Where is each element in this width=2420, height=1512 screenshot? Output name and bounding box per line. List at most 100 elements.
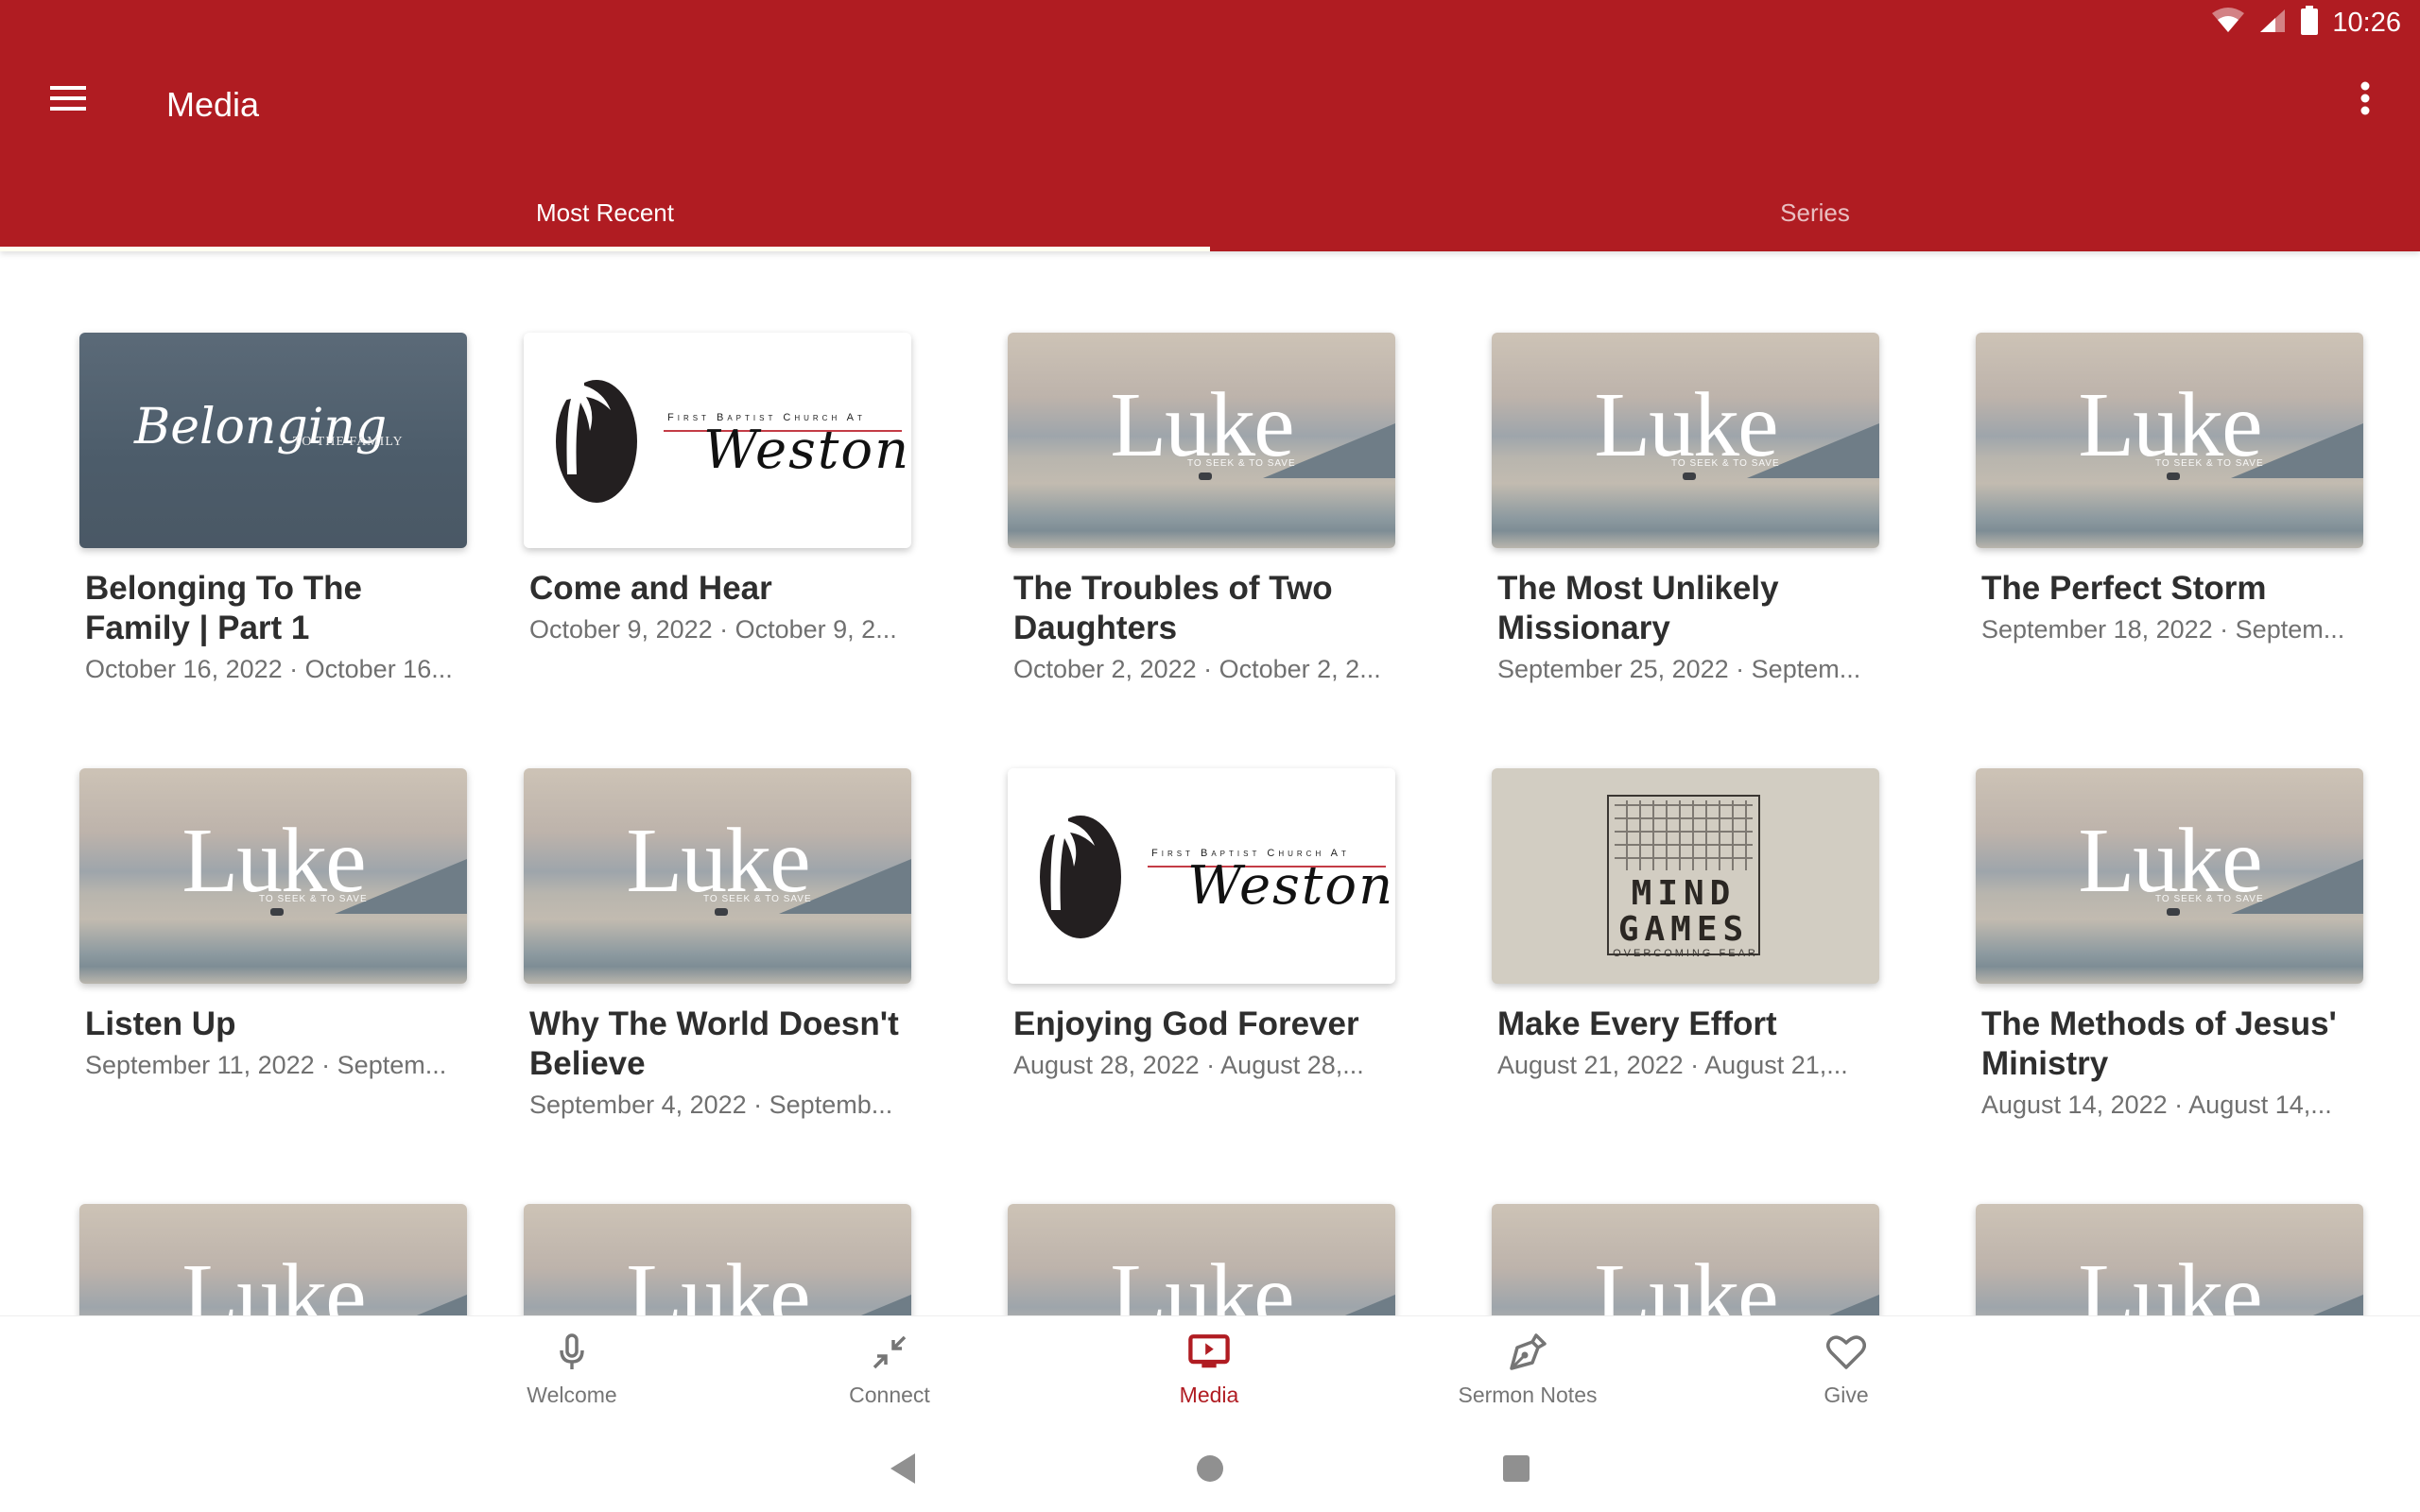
nav-media-label: Media [1179,1383,1239,1407]
media-date: August 14, 2022 · August 14,... [1981,1091,2332,1119]
status-time: 10:26 [2332,8,2401,38]
thumb-tagline-text: OVERCOMING FEAR [1613,948,1758,959]
media-card[interactable]: Luke [1492,1204,1879,1315]
media-title: Belonging To The Family | Part 1 [85,570,362,646]
tab-series[interactable]: Series [1210,180,2420,251]
nav-media[interactable]: Media [1096,1332,1322,1426]
thumb-tagline-text: TO SEEK & TO SAVE [2155,894,2264,904]
boat-graphic [715,908,728,916]
media-title: Enjoying God Forever [1013,1005,1359,1042]
media-screen: 10:26 Media Most Recent Series Belonging… [0,0,2420,1512]
media-title: The Perfect Storm [1981,570,2267,607]
connect-arrows-icon [869,1332,910,1373]
media-title: Listen Up [85,1005,236,1042]
media-title: The Troubles of Two Daughters [1013,570,1333,646]
media-thumbnail: Luke TO SEEK & TO SAVE [1976,768,2363,984]
tab-bar: Most Recent Series [0,180,2420,251]
pen-nib-icon [1507,1332,1548,1373]
thumb-title-text: Weston [703,420,911,481]
media-date: September 4, 2022 · Septemb... [529,1091,893,1119]
media-thumbnail: Luke [1492,1204,1879,1315]
media-thumbnail: First Baptist Church At Weston [524,333,911,548]
thumb-title-text: Luke [182,1246,366,1315]
thumb-tagline-text: TO SEEK & TO SAVE [259,894,368,904]
system-home-button[interactable] [1187,1448,1233,1493]
thumb-tagline-text: TO SEEK & TO SAVE [1671,458,1780,469]
status-bar: 10:26 [0,0,2420,45]
system-back-button[interactable] [880,1448,925,1493]
media-thumbnail: Luke TO SEEK & TO SAVE [1492,333,1879,548]
media-date: August 21, 2022 · August 21,... [1497,1051,1848,1079]
media-card[interactable]: Luke [1008,1204,1395,1315]
media-card[interactable]: Luke TO SEEK & TO SAVE Why The World Doesn… [524,768,911,1124]
status-icons: 10:26 [2211,6,2401,41]
media-card[interactable]: Luke TO SEEK & TO SAVE The Troubles of Two… [1008,333,1395,688]
nav-welcome-label: Welcome [527,1383,617,1407]
thumb-tagline-text: TO THE FAMILY [293,435,404,449]
media-thumbnail: Luke [1008,1204,1395,1315]
thumb-tagline-text: TO SEEK & TO SAVE [703,894,812,904]
media-title: Come and Hear [529,570,772,607]
media-card[interactable]: MIND GAMES OVERCOMING FEAR Make Every Effor… [1492,768,1879,1084]
thumb-title-text: Luke [1594,1246,1778,1315]
media-card[interactable]: First Baptist Church At Weston Enjoying Go… [1008,768,1395,1084]
thumb-title-word: GAMES [1617,910,1750,949]
nav-connect[interactable]: Connect [776,1332,1003,1426]
thumb-tagline-text: TO SEEK & TO SAVE [2155,458,2264,469]
media-tv-play-icon [1188,1332,1230,1373]
media-card[interactable]: Luke [79,1204,467,1315]
battery-icon [2300,6,2319,41]
media-card[interactable]: Luke TO SEEK & TO SAVE Listen Up September … [79,768,467,1084]
media-date: August 28, 2022 · August 28,... [1013,1051,1364,1079]
system-recents-button[interactable] [1494,1448,1539,1493]
media-title: Make Every Effort [1497,1005,1777,1042]
media-card[interactable]: Luke [1976,1204,2363,1315]
media-card[interactable]: Belonging TO THE FAMILY Belonging To The F… [79,333,467,688]
media-card[interactable]: First Baptist Church At Weston Come and He… [524,333,911,648]
media-card[interactable]: Luke TO SEEK & TO SAVE The Most Unlikely M… [1492,333,1879,688]
nav-give[interactable]: Give [1733,1332,1960,1426]
media-card[interactable]: Luke [524,1204,911,1315]
page-title: Media [166,85,260,124]
nav-welcome[interactable]: Welcome [458,1332,685,1426]
media-grid-scroll[interactable]: Belonging TO THE FAMILY Belonging To The F… [0,251,2420,1315]
nav-sermon-notes[interactable]: Sermon Notes [1414,1332,1641,1426]
thumb-title-text: Luke [2078,1246,2262,1315]
boat-graphic [2167,472,2180,480]
boat-graphic [270,908,284,916]
boat-graphic [2167,908,2180,916]
wifi-icon [2211,8,2245,39]
thumb-title-text: Weston [1187,855,1395,917]
media-thumbnail: Luke TO SEEK & TO SAVE [1976,333,2363,548]
home-icon [1196,1454,1224,1487]
heart-icon [1825,1332,1867,1373]
media-thumbnail: Luke [1976,1204,2363,1315]
maze-graphic [1615,800,1753,870]
media-title: The Most Unlikely Missionary [1497,570,1779,646]
tab-most-recent[interactable]: Most Recent [0,180,1210,251]
media-date: October 9, 2022 · October 9, 2... [529,615,897,644]
thumb-title-text: Luke [1110,1246,1294,1315]
media-card[interactable]: Luke TO SEEK & TO SAVE The Perfect Storm Se… [1976,333,2363,648]
hamburger-menu-button[interactable] [42,74,95,127]
media-thumbnail: Luke TO SEEK & TO SAVE [1008,333,1395,548]
recents-icon [1502,1454,1530,1487]
boat-graphic [1199,472,1212,480]
media-thumbnail: Luke [79,1204,467,1315]
back-icon [889,1452,917,1489]
media-thumbnail: Luke TO SEEK & TO SAVE [524,768,911,984]
palm-tree-icon [535,376,611,474]
hamburger-menu-icon [50,84,86,117]
maze-frame: MIND GAMES [1607,795,1760,955]
bottom-navigation: Welcome Connect Media Sermon Notes Give [0,1315,2420,1429]
overflow-menu-button[interactable] [2339,74,2392,127]
nav-sermon-notes-label: Sermon Notes [1458,1383,1598,1407]
media-card[interactable]: Luke TO SEEK & TO SAVE The Methods of Jesu… [1976,768,2363,1124]
microphone-icon [551,1332,593,1373]
media-date: September 18, 2022 · Septem... [1981,615,2345,644]
nav-give-label: Give [1824,1383,1869,1407]
media-thumbnail: MIND GAMES OVERCOMING FEAR [1492,768,1879,984]
more-vert-icon [2360,81,2371,120]
media-title: The Methods of Jesus' Ministry [1981,1005,2337,1082]
media-thumbnail: Luke [524,1204,911,1315]
